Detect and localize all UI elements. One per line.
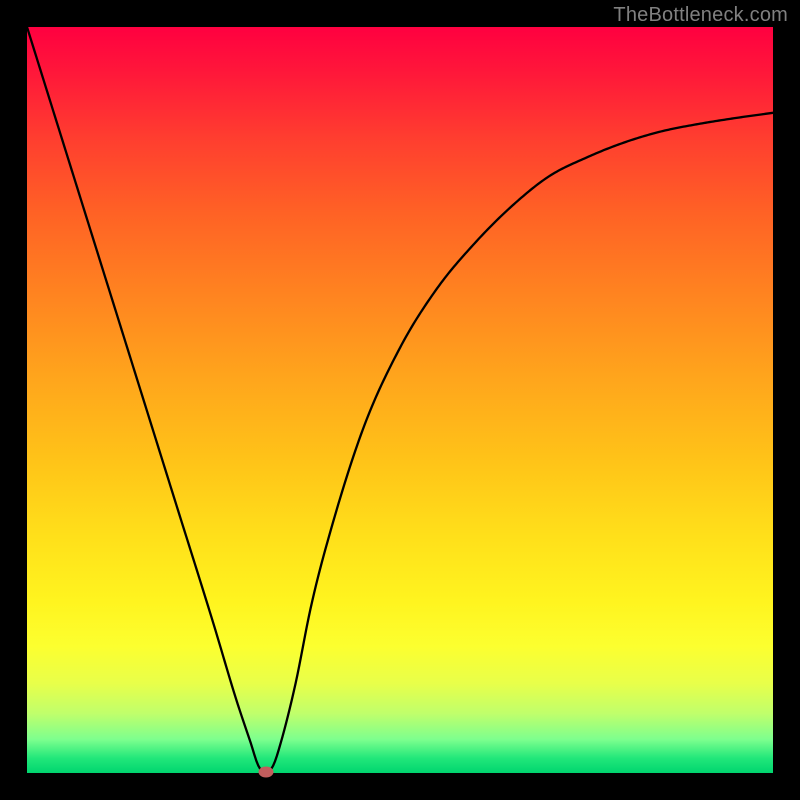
- bottleneck-curve: [27, 27, 773, 773]
- watermark-text: TheBottleneck.com: [613, 4, 788, 27]
- optimal-point-marker: [258, 767, 273, 778]
- chart-stage: TheBottleneck.com: [0, 0, 800, 800]
- plot-area: [27, 27, 773, 773]
